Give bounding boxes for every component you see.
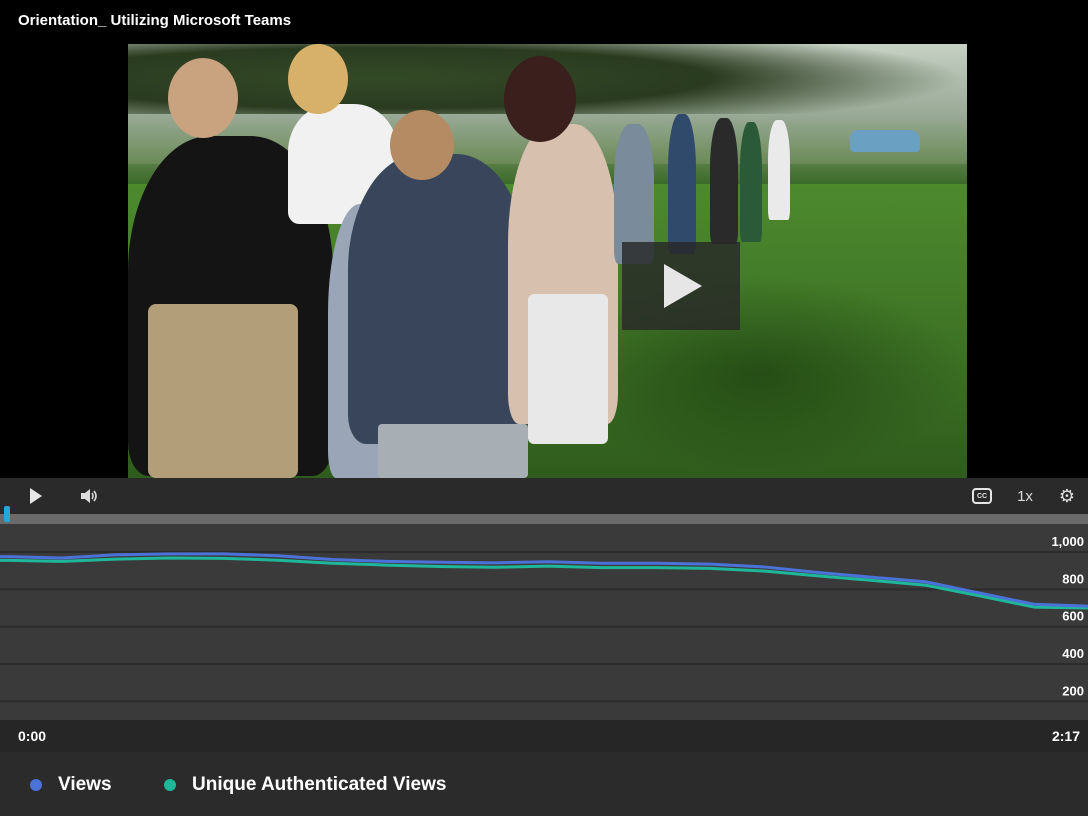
thumbnail-person (390, 110, 454, 180)
video-thumbnail[interactable] (128, 44, 967, 478)
volume-icon (81, 489, 97, 503)
thumbnail-person (668, 114, 696, 254)
thumbnail-person (768, 120, 790, 220)
play-button[interactable] (24, 478, 48, 514)
y-tick-label: 800 (1062, 571, 1084, 586)
player-controls: CC 1x ⚙ (0, 478, 1088, 514)
video-analytics-app: Orientation_ Utilizing Microsoft Teams C… (0, 0, 1088, 816)
thumbnail-person (504, 56, 576, 142)
thumbnail-person (148, 304, 298, 478)
legend-views: Views (30, 774, 112, 796)
views-series-line (0, 552, 1088, 608)
video-player[interactable]: Orientation_ Utilizing Microsoft Teams (0, 0, 1088, 478)
legend-views-label: Views (58, 774, 112, 795)
thumbnail-car (850, 130, 920, 152)
progress-bar[interactable] (0, 514, 1088, 524)
progress-handle[interactable] (4, 506, 10, 522)
thumbnail-person (710, 118, 738, 244)
y-tick-label: 200 (1062, 683, 1084, 698)
video-title: Orientation_ Utilizing Microsoft Teams (18, 12, 292, 29)
thumbnail-person (168, 58, 238, 138)
thumbnail-person (348, 154, 528, 444)
x-end-label: 2:17 (1052, 728, 1080, 744)
unique-legend-dot (164, 779, 176, 791)
playback-speed-button[interactable]: 1x (1012, 478, 1038, 514)
play-overlay-button[interactable] (622, 242, 740, 330)
thumbnail-person (528, 294, 608, 444)
captions-button[interactable]: CC (970, 478, 994, 514)
settings-button[interactable]: ⚙ (1054, 478, 1080, 514)
y-tick-label: 400 (1062, 646, 1084, 661)
chart-legend: Views Unique Authenticated Views (0, 752, 1088, 816)
y-tick-label: 1,000 (1051, 534, 1084, 549)
volume-button[interactable] (76, 478, 102, 514)
thumbnail-person (288, 44, 348, 114)
views-chart-svg: 1,000 800 600 400 200 0:00 2:17 (0, 534, 1088, 752)
views-legend-dot (30, 779, 42, 791)
y-tick-label: 600 (1062, 609, 1084, 624)
cc-icon: CC (972, 488, 992, 504)
x-start-label: 0:00 (18, 728, 46, 744)
legend-unique-label: Unique Authenticated Views (192, 774, 447, 795)
thumbnail-person (740, 122, 762, 242)
legend-unique: Unique Authenticated Views (164, 774, 446, 796)
time-axis-band (0, 720, 1088, 752)
play-icon (664, 264, 702, 308)
gear-icon: ⚙ (1058, 485, 1076, 506)
thumbnail-person (378, 424, 528, 478)
play-icon (30, 488, 42, 504)
views-chart: 1,000 800 600 400 200 0:00 2:17 (0, 524, 1088, 752)
